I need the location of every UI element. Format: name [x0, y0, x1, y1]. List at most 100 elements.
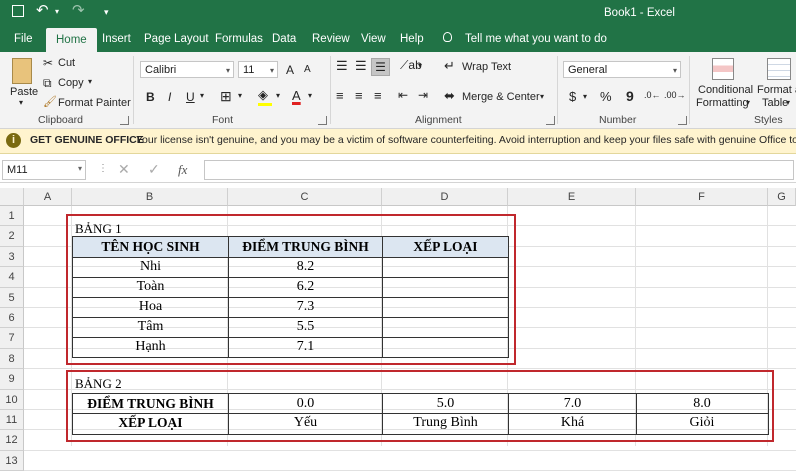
column-header-e[interactable]: E	[508, 188, 636, 206]
tab-page-layout[interactable]: Page Layout	[144, 26, 209, 52]
font-color-button[interactable]: A	[292, 88, 301, 103]
increase-decimal-icon[interactable]: .0←	[644, 90, 661, 100]
orientation-dropdown-icon[interactable]: ▾	[418, 61, 422, 70]
format-as-table-icon[interactable]	[767, 58, 791, 80]
percent-button[interactable]: %	[600, 89, 612, 104]
cut-button[interactable]: Cut	[58, 57, 75, 69]
column-header-c[interactable]: C	[228, 188, 382, 206]
formula-bar-grip-icon[interactable]: ⋮	[98, 163, 108, 174]
number-launcher-icon[interactable]	[678, 116, 687, 125]
tab-help[interactable]: Help	[400, 26, 424, 52]
align-left-icon[interactable]: ≡	[336, 88, 344, 103]
font-launcher-icon[interactable]	[318, 116, 327, 125]
copy-dropdown-icon[interactable]: ▾	[88, 77, 92, 86]
copy-button[interactable]: Copy	[58, 77, 84, 89]
align-bottom-icon[interactable]: ☰	[371, 58, 390, 76]
column-header-b[interactable]: B	[72, 188, 228, 206]
decrease-decimal-icon[interactable]: .00→	[664, 90, 686, 100]
grow-font-button[interactable]: A	[286, 63, 294, 77]
fill-color-dropdown-icon[interactable]: ▾	[276, 91, 280, 100]
tab-data[interactable]: Data	[272, 26, 296, 52]
tab-review[interactable]: Review	[312, 26, 350, 52]
conditional-formatting-dropdown-icon[interactable]: ▾	[746, 98, 750, 107]
row-header[interactable]: 4	[0, 267, 24, 288]
underline-dropdown-icon[interactable]: ▾	[200, 91, 204, 100]
fill-color-icon[interactable]: ◈	[258, 87, 268, 103]
row-header[interactable]: 9	[0, 369, 24, 390]
borders-icon[interactable]: ⊞	[220, 88, 232, 105]
row-header[interactable]: 7	[0, 328, 24, 349]
format-painter-icon[interactable]: 🖌	[43, 95, 57, 108]
row-header[interactable]: 13	[0, 450, 24, 471]
borders-dropdown-icon[interactable]: ▾	[238, 91, 242, 100]
tell-me-search[interactable]: Tell me what you want to do	[465, 26, 607, 52]
alignment-launcher-icon[interactable]	[546, 116, 555, 125]
italic-button[interactable]: I	[168, 90, 171, 104]
merge-center-dropdown-icon[interactable]: ▾	[540, 92, 544, 101]
format-as-table-button-line2[interactable]: Table	[762, 97, 788, 109]
merge-center-icon[interactable]: ⬌	[444, 88, 455, 104]
row-header[interactable]: 5	[0, 287, 24, 308]
column-header-f[interactable]: F	[636, 188, 768, 206]
wrap-text-icon[interactable]: ↵	[444, 58, 455, 74]
cut-icon[interactable]: ✂	[43, 56, 53, 70]
paste-button[interactable]: Paste	[10, 86, 38, 98]
font-color-dropdown-icon[interactable]: ▾	[308, 91, 312, 100]
underline-button[interactable]: U	[186, 90, 195, 104]
select-all-corner[interactable]	[0, 188, 24, 206]
name-box[interactable]: M11 ▾	[2, 160, 86, 180]
conditional-formatting-button-line2[interactable]: Formatting	[696, 97, 749, 109]
merge-center-button[interactable]: Merge & Center	[462, 91, 540, 103]
align-right-icon[interactable]: ≡	[374, 88, 382, 103]
currency-button[interactable]: $	[569, 89, 576, 104]
paste-dropdown-icon[interactable]: ▾	[19, 98, 23, 107]
comma-button[interactable]: 9	[626, 88, 634, 104]
conditional-formatting-button[interactable]: Conditional	[698, 84, 753, 96]
row-header[interactable]: 1	[0, 206, 24, 227]
tab-formulas[interactable]: Formulas	[215, 26, 263, 52]
clipboard-launcher-icon[interactable]	[120, 116, 129, 125]
row-header[interactable]: 10	[0, 389, 24, 410]
lightbulb-icon[interactable]	[443, 32, 452, 42]
row-header[interactable]: 6	[0, 308, 24, 329]
row-header[interactable]: 12	[0, 430, 24, 451]
tab-view[interactable]: View	[361, 26, 386, 52]
column-header-d[interactable]: D	[382, 188, 508, 206]
customize-qat-icon[interactable]: ▾	[104, 0, 109, 25]
enter-icon[interactable]: ✓	[148, 161, 160, 178]
format-as-table-dropdown-icon[interactable]: ▾	[786, 98, 790, 107]
tab-file[interactable]: File	[14, 26, 33, 52]
currency-dropdown-icon[interactable]: ▾	[583, 92, 587, 101]
column-header-g[interactable]: G	[768, 188, 796, 206]
column-header-a[interactable]: A	[24, 188, 72, 206]
row-header[interactable]: 8	[0, 348, 24, 370]
format-as-table-button[interactable]: Format as	[757, 84, 796, 96]
insert-function-button[interactable]: fx	[178, 162, 187, 178]
font-size-select[interactable]: 11 ▾	[238, 61, 278, 78]
row-header[interactable]: 2	[0, 226, 24, 247]
number-format-select[interactable]: General ▾	[563, 61, 681, 78]
align-center-icon[interactable]: ≡	[355, 88, 363, 103]
undo-icon[interactable]: ↶	[36, 0, 49, 24]
font-name-select[interactable]: Calibri ▾	[140, 61, 234, 78]
paste-icon[interactable]	[12, 58, 32, 84]
wrap-text-button[interactable]: Wrap Text	[462, 61, 511, 73]
align-middle-icon[interactable]: ☰	[355, 58, 367, 74]
format-painter-button[interactable]: Format Painter	[58, 97, 131, 109]
tab-home[interactable]: Home	[46, 28, 97, 52]
save-icon[interactable]	[12, 5, 24, 17]
cancel-icon[interactable]: ✕	[118, 161, 130, 178]
formula-input[interactable]	[204, 160, 794, 180]
undo-dropdown-icon[interactable]: ▾	[55, 0, 59, 25]
row-header[interactable]: 3	[0, 246, 24, 268]
copy-icon[interactable]: ⧉	[43, 76, 52, 91]
name-box-dropdown-icon[interactable]: ▾	[78, 164, 82, 173]
shrink-font-button[interactable]: A	[304, 64, 311, 75]
conditional-formatting-icon[interactable]	[712, 58, 734, 80]
increase-indent-icon[interactable]: ⇥	[418, 88, 428, 102]
decrease-indent-icon[interactable]: ⇤	[398, 88, 408, 102]
bold-button[interactable]: B	[146, 90, 155, 104]
redo-icon[interactable]: ↷	[72, 0, 85, 24]
row-header[interactable]: 11	[0, 410, 24, 431]
tab-insert[interactable]: Insert	[102, 26, 131, 52]
